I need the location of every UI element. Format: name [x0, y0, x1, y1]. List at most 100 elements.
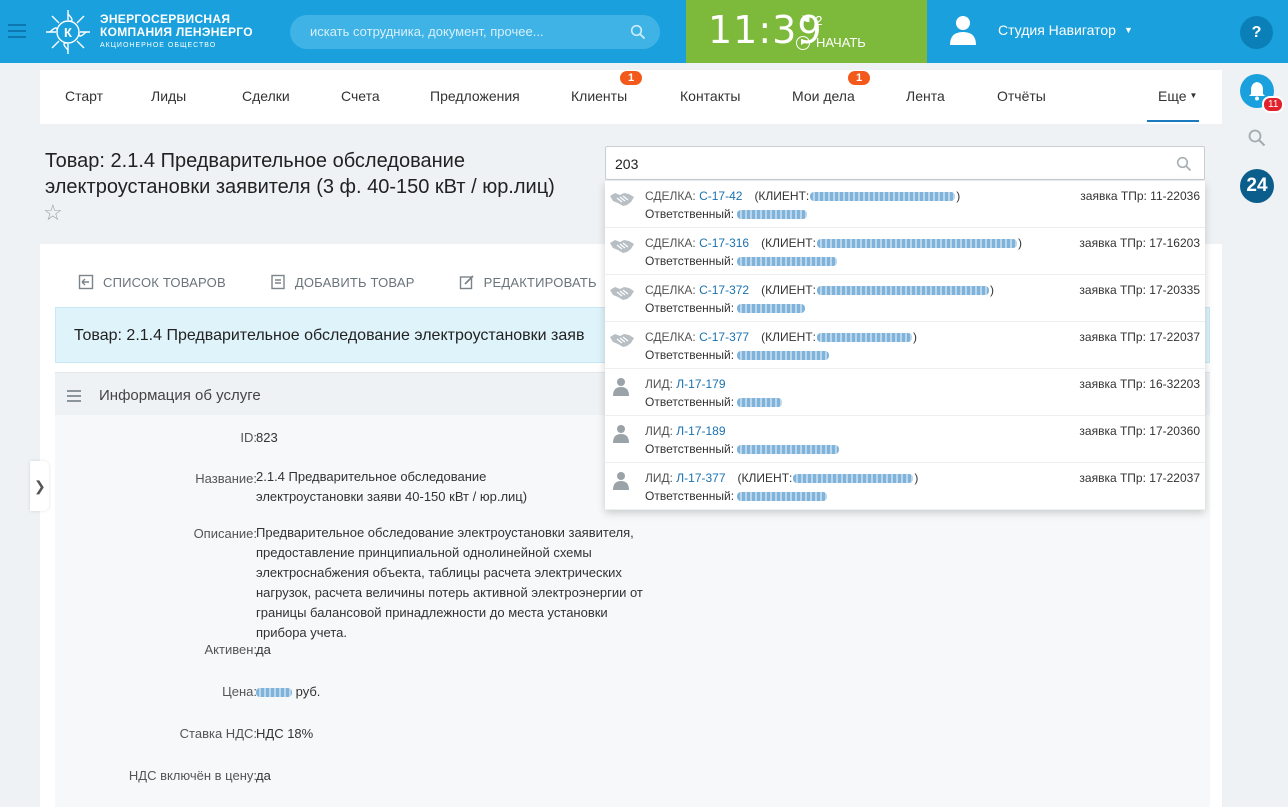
result-code-link[interactable]: Л-17-189 [676, 424, 725, 438]
search-result-item[interactable]: СДЕЛКА: С-17-42 (КЛИЕНТ:) Ответственный: за… [605, 181, 1205, 228]
result-kind: СДЕЛКА: [645, 236, 700, 250]
chevron-down-icon: ▼ [1123, 25, 1133, 35]
result-code-link[interactable]: С-17-372 [699, 283, 749, 297]
result-kind: СДЕЛКА: [645, 330, 700, 344]
global-search-input[interactable]: искать сотрудника, документ, прочее... [290, 15, 660, 49]
help-button[interactable]: ? [1240, 16, 1273, 49]
handshake-icon [609, 330, 635, 350]
search-result-item[interactable]: СДЕЛКА: С-17-377 (КЛИЕНТ:) Ответственный: з… [605, 322, 1205, 369]
nav-item-quotes[interactable]: Предложения [430, 88, 520, 104]
redacted-responsible-name[interactable] [737, 351, 830, 361]
chevron-down-icon: ▼ [1189, 91, 1198, 100]
field-label: Ставка НДС: [179, 726, 257, 741]
result-responsible: Ответственный: [645, 395, 783, 409]
nav-item-leads[interactable]: Лиды [151, 88, 186, 104]
flag-counter[interactable]: ⚑ 2 [800, 13, 823, 29]
field-value: Предварительное обследование электроуста… [256, 525, 643, 640]
redacted-client-name[interactable] [816, 333, 912, 343]
result-code-link[interactable]: С-17-377 [699, 330, 749, 344]
search-icon[interactable] [630, 24, 646, 40]
sidebar-toggle[interactable]: ❯ [30, 461, 49, 511]
nav-item-deals[interactable]: Сделки [242, 88, 290, 104]
notification-count-badge: 11 [1262, 96, 1285, 113]
edit-icon [459, 275, 474, 290]
redacted-responsible-name[interactable] [737, 304, 806, 314]
bitrix24-button[interactable]: 24 [1240, 169, 1274, 203]
search-icon[interactable] [1176, 156, 1192, 172]
nav-item-more[interactable]: Еще ▼ [1158, 88, 1197, 104]
play-icon [796, 35, 810, 50]
responsible-label: Ответственный: [645, 301, 735, 315]
redacted-responsible-name[interactable] [737, 257, 838, 267]
result-code-link[interactable]: С-17-42 [699, 189, 742, 203]
quick-search-input[interactable]: 203 [605, 146, 1205, 180]
redacted-client-name[interactable] [810, 192, 956, 202]
nav-item-invoices[interactable]: Счета [341, 88, 380, 104]
result-code-link[interactable]: Л-17-377 [676, 471, 725, 485]
search-result-item[interactable]: ЛИД: Л-17-377 (КЛИЕНТ:) Ответственный: заяв… [605, 463, 1205, 510]
client-label: (КЛИЕНТ: [737, 471, 793, 485]
add-product-button[interactable]: ДОБАВИТЬ ТОВАР [270, 274, 415, 290]
product-list-button[interactable]: СПИСОК ТОВАРОВ [78, 274, 226, 290]
search-result-item[interactable]: ЛИД: Л-17-179 Ответственный: заявка ТПр: 1… [605, 369, 1205, 416]
redacted-responsible-name[interactable] [737, 492, 828, 502]
search-icon[interactable] [1248, 129, 1266, 147]
nav-item-reports[interactable]: Отчёты [997, 88, 1046, 104]
result-kind: ЛИД: [645, 424, 677, 438]
client-label: (КЛИЕНТ: [754, 189, 810, 203]
flag-icon: ⚑ [800, 13, 812, 28]
nav-item-feed[interactable]: Лента [906, 88, 945, 104]
redacted-client-name[interactable] [816, 286, 989, 296]
add-product-label: ДОБАВИТЬ ТОВАР [294, 274, 415, 290]
user-menu[interactable]: Студия Навигатор ▼ [948, 14, 1133, 46]
client-label: (КЛИЕНТ: [761, 283, 816, 297]
redacted-responsible-name[interactable] [737, 210, 808, 220]
company-logo[interactable]: К ЭНЕРГОСЕРВИСНАЯ КОМПАНИЯ ЛЕНЭНЕРГО АКЦ… [42, 6, 253, 58]
redacted-responsible-name[interactable] [737, 445, 840, 455]
nav-item-contacts[interactable]: Контакты [680, 88, 740, 104]
handshake-icon [609, 283, 635, 303]
menu-icon[interactable] [8, 24, 26, 38]
field-value: 2.1.4 Предварительное обследование элект… [256, 469, 528, 504]
field-label: Цена: [222, 684, 257, 699]
result-request-number: заявка ТПр: 17-22037 [1079, 330, 1200, 344]
search-result-item[interactable]: СДЕЛКА: С-17-372 (КЛИЕНТ:) Ответственный: з… [605, 275, 1205, 322]
notifications-button[interactable]: 11 [1240, 74, 1285, 113]
result-kind: ЛИД: [645, 377, 677, 391]
redacted-responsible-name[interactable] [737, 398, 783, 408]
nav-item-my-tasks[interactable]: Мои дела [792, 88, 855, 104]
responsible-label: Ответственный: [645, 348, 735, 362]
global-search-placeholder: искать сотрудника, документ, прочее... [310, 24, 544, 39]
result-code-link[interactable]: Л-17-179 [676, 377, 725, 391]
edit-product-button[interactable]: РЕДАКТИРОВАТЬ [459, 274, 597, 290]
nav-item-clients[interactable]: Клиенты [571, 88, 627, 104]
search-result-item[interactable]: СДЕЛКА: С-17-316 (КЛИЕНТ:) Ответственный: з… [605, 228, 1205, 275]
product-list-label: СПИСОК ТОВАРОВ [103, 274, 226, 290]
person-icon [609, 377, 635, 397]
start-workday-button[interactable]: НАЧАТЬ [796, 35, 866, 50]
search-result-item[interactable]: ЛИД: Л-17-189 Ответственный: заявка ТПр: 1… [605, 416, 1205, 463]
field-label: ID: [240, 430, 257, 445]
right-rail: 11 24 [1224, 63, 1288, 807]
drag-handle-icon[interactable] [67, 390, 81, 405]
redacted-client-name[interactable] [816, 239, 1017, 249]
result-title: ЛИД: Л-17-189 [645, 424, 726, 438]
result-client: (КЛИЕНТ:) [738, 471, 919, 485]
responsible-label: Ответственный: [645, 442, 735, 456]
client-label-close: ) [1017, 236, 1022, 250]
result-client: (КЛИЕНТ:) [761, 330, 917, 344]
nav-item-start[interactable]: Старт [65, 88, 103, 104]
result-kind: ЛИД: [645, 471, 677, 485]
favorite-star-icon[interactable]: ☆ [43, 200, 63, 226]
page-title: Товар: 2.1.4 Предварительное обследовани… [45, 150, 555, 198]
workday-widget[interactable]: 11:39 ⚑ 2 НАЧАТЬ [686, 0, 927, 63]
field-value: 823 [256, 430, 278, 445]
product-banner-text: Товар: 2.1.4 Предварительное обследовани… [74, 327, 585, 344]
responsible-label: Ответственный: [645, 254, 735, 268]
redacted-client-name[interactable] [793, 474, 914, 484]
result-code-link[interactable]: С-17-316 [699, 236, 749, 250]
result-responsible: Ответственный: [645, 207, 808, 221]
result-request-number: заявка ТПр: 17-22037 [1079, 471, 1200, 485]
result-title: ЛИД: Л-17-179 [645, 377, 726, 391]
field-label: Описание: [193, 526, 257, 541]
